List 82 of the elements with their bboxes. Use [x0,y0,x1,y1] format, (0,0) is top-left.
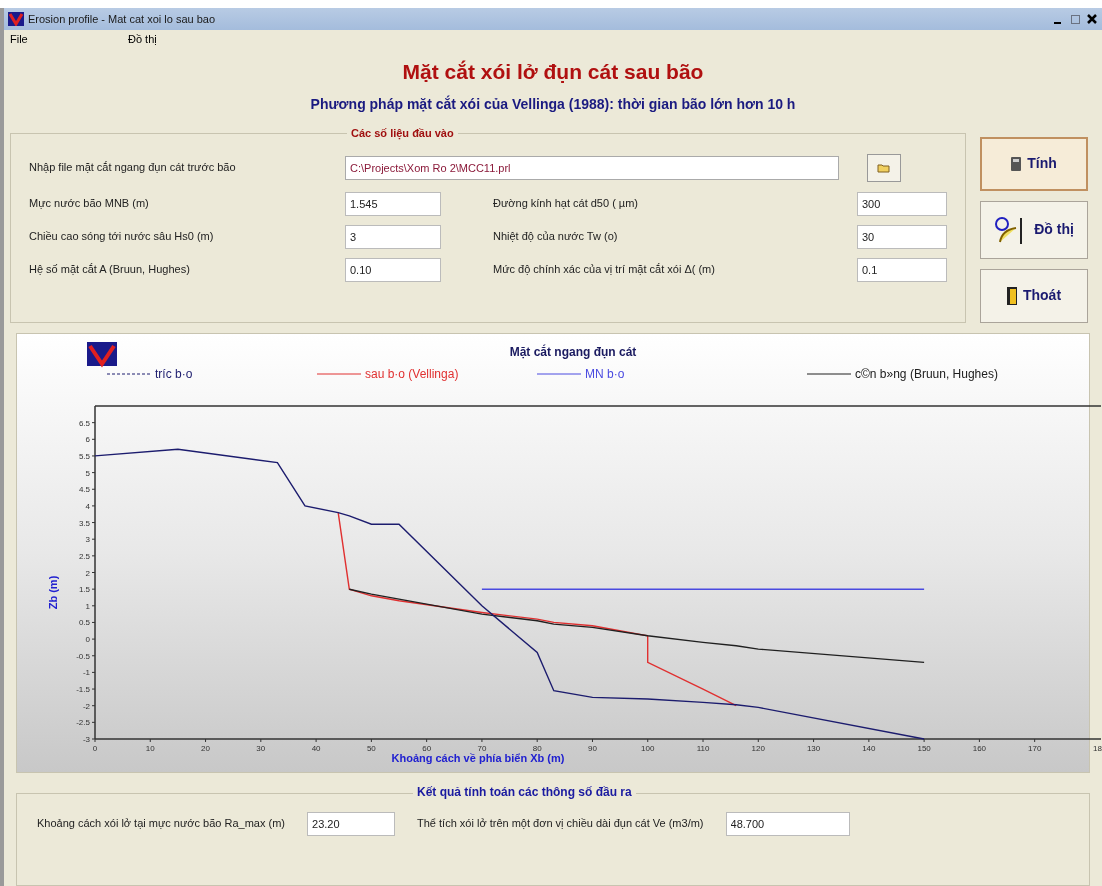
menu-item[interactable]: File [10,30,128,48]
tick-label: 1.5 [78,584,90,594]
tick-label: 2.5 [78,551,90,561]
tick-label: 160 [972,743,987,753]
field-label: Mức độ chính xác của vị trí mặt cắt xói Δ( (m) [492,262,716,278]
field-label: Nhập file mặt cắt ngang đụn cát trước bão [29,160,237,176]
input-field[interactable]: 0.10 [345,257,441,282]
tick-label: -0.5 [76,651,90,661]
tick-label: 170 [1028,743,1042,753]
tick-label: 120 [751,743,765,753]
folder-icon [877,162,891,173]
tick-label: 150 [917,743,931,753]
tick-label: 40 [311,743,321,753]
tick-label: 70 [477,743,487,753]
tick-label: 140 [862,743,876,753]
tick-label: 60 [422,743,432,753]
command-button[interactable]: Thoát [980,268,1088,323]
tick-label: -2 [82,701,90,711]
legend-label: MN b·o [585,366,625,381]
input-field[interactable]: 3 [345,224,441,249]
browse-button[interactable] [867,153,901,182]
field-label: Khoảng cách xói lở tại mực nước bão Ra_max (m) [37,816,286,832]
input-field[interactable]: 0.1 [857,257,947,282]
legend-item: MN b·o [536,366,625,381]
tick-label: 30 [256,743,266,753]
tick-label: 5 [85,468,90,478]
tick-label: 100 [641,743,655,753]
tick-label: -1 [82,667,90,677]
legend-label: tríc b·o [155,366,193,381]
tick-label: 5.5 [78,451,90,461]
input-field[interactable]: 1.545 [345,191,441,216]
field-label: Hệ số mặt cắt A (Bruun, Hughes) [29,262,191,278]
tick-label: 18 [1093,743,1102,753]
tick-label: 50 [366,743,376,753]
input-field[interactable]: 30 [857,224,947,249]
door-icon [1006,286,1017,305]
input-field[interactable]: 300 [857,191,947,216]
tick-label: 6.5 [78,418,90,428]
legend-item: sau b·o (Vellinga) [316,366,459,381]
tick-label: -3 [82,734,90,744]
legend-label: c©n b»ng (Bruun, Hughes) [855,366,998,381]
tick-label: 4.5 [78,484,90,494]
chart-title: Mặt cắt ngang đụn cát [509,344,637,359]
field-label: Nhiệt độ của nước Tw (o) [492,229,619,245]
tick-label: 0.5 [78,617,90,627]
command-button[interactable]: Đồ thị [980,200,1088,259]
field-label: Chiều cao sóng tới nước sâu Hs0 (m) [29,229,215,245]
tick-label: 1 [85,601,90,611]
tick-label: 6 [85,434,90,444]
output-field[interactable]: 23.20 [307,811,396,836]
axis-label: Khoảng cách về phía biển Xb (m) [391,751,565,764]
tick-label: 4 [85,501,90,511]
close-icon[interactable] [1086,13,1098,25]
tick-label: 20 [201,743,210,753]
subheading: Phương pháp mặt cắt xói của Vellinga (1988): thời gian bão lớn hơn 10 h [310,94,796,114]
tick-label: 0 [85,634,90,644]
tick-label: 90 [588,743,597,753]
heading: Mặt cắt xói lở đụn cát sau bão [402,59,704,85]
tick-label: 0 [92,743,98,753]
tick-label: 110 [696,743,710,753]
field-label: Thể tích xói lở trên một đơn vị chiều dài đụn cát Ve (m3/m) [417,816,704,832]
tick-label: 3 [85,534,90,544]
legend-label: sau b·o (Vellinga) [365,366,459,381]
field-label: Đường kính hạt cát d50 ( µm) [492,196,640,212]
tick-label: 80 [532,743,542,753]
command-button[interactable]: Tính [980,136,1088,191]
tick-label: 130 [806,743,821,753]
tick-label: 3.5 [78,518,90,528]
tick-label: 2 [85,568,90,577]
tick-label: -1.5 [76,684,90,694]
menu-item[interactable]: Đồ thị [128,30,157,48]
field-label: Mực nước bão MNB (m) [29,196,150,212]
output-field[interactable]: 48.700 [725,811,850,836]
axis-label: Zb (m) [47,575,59,609]
tick-label: -2.5 [76,717,90,727]
app-icon [8,12,24,26]
legend-item: tríc b·o [106,366,193,381]
window-title: Erosion profile - Mat cat xoi lo sau bao [28,11,216,27]
legend-item: c©n b»ng (Bruun, Hughes) [806,366,998,381]
calculator-icon [1011,156,1022,171]
file-path-field[interactable]: C:\Projects\Xom Ro 2\MCC11.prl [345,155,839,180]
tick-label: 10 [145,743,155,753]
